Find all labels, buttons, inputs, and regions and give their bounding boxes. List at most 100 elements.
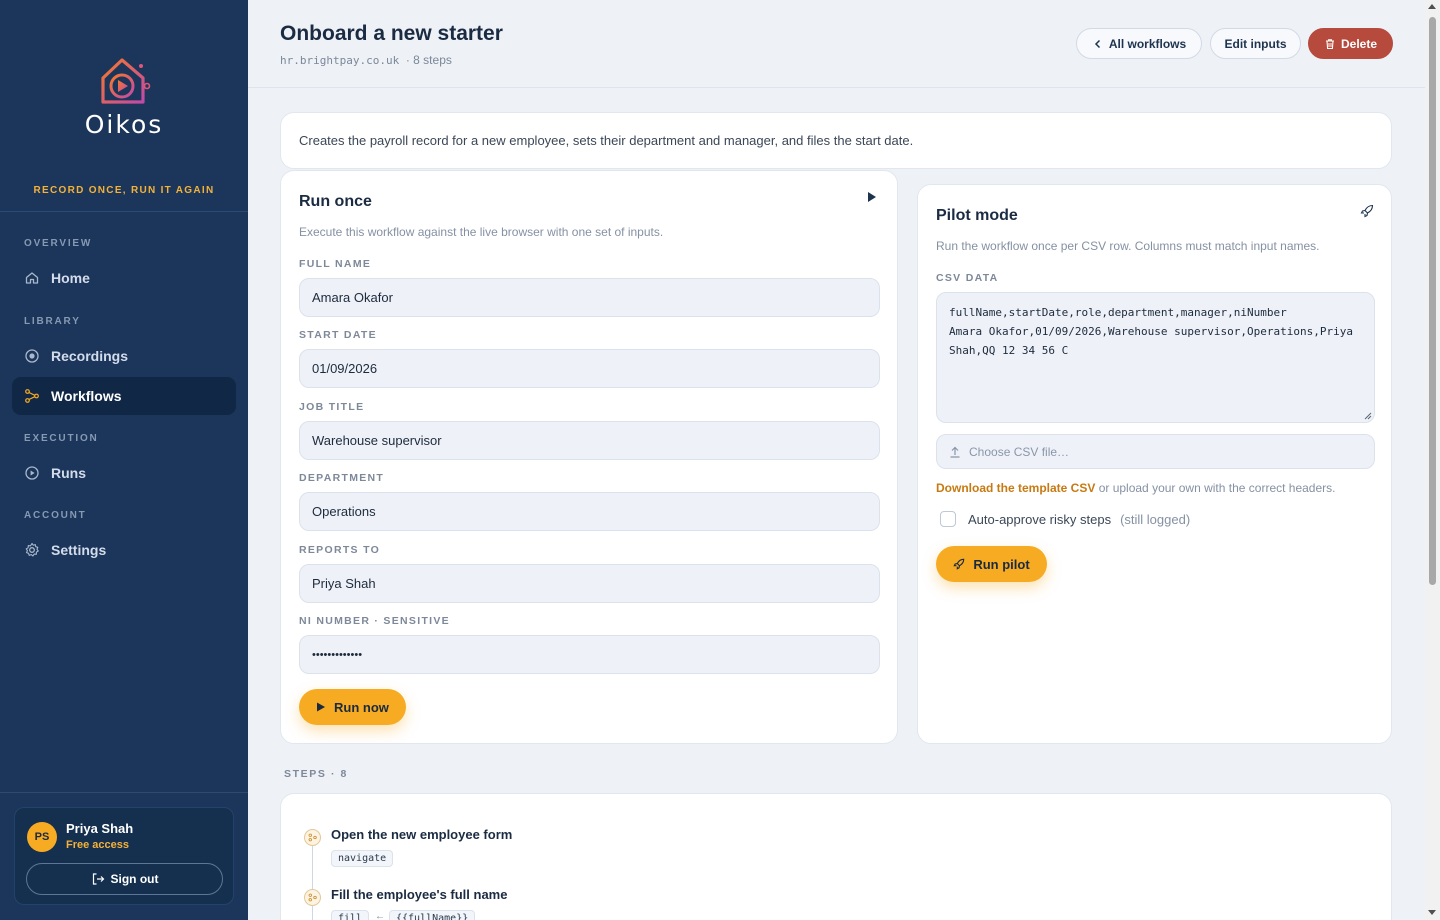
play-icon[interactable] — [867, 191, 877, 203]
run-once-title: Run once — [299, 193, 372, 210]
reports-to-field[interactable]: Priya Shah — [299, 564, 880, 603]
start-date-field[interactable]: 01/09/2026 — [299, 349, 880, 388]
run-pilot-button[interactable]: Run pilot — [936, 546, 1047, 582]
nav-section-library: LIBRARY — [24, 316, 81, 327]
step-action-tag: fill — [331, 910, 370, 920]
steps-timeline — [312, 844, 313, 920]
all-workflows-button[interactable]: All workflows — [1076, 28, 1202, 59]
user-plan: Free access — [66, 839, 129, 851]
sidebar-item-home[interactable]: Home — [12, 259, 236, 297]
pilot-mode-title: Pilot mode — [936, 207, 1018, 224]
edit-inputs-button[interactable]: Edit inputs — [1210, 28, 1301, 59]
field-label-job-title: JOB TITLE — [299, 401, 365, 413]
page-subtitle: hr.brightpay.co.uk · 8 steps — [280, 53, 452, 67]
rocket-icon — [953, 558, 965, 570]
scroll-thumb[interactable] — [1429, 17, 1436, 585]
field-label-start-date: START DATE — [299, 329, 377, 341]
trash-icon — [1325, 38, 1334, 49]
upload-icon — [950, 446, 960, 458]
nav-section-execution: EXECUTION — [24, 433, 99, 444]
workflow-description: Creates the payroll record for a new emp… — [280, 112, 1392, 169]
department-field[interactable]: Operations — [299, 492, 880, 531]
run-pilot-label: Run pilot — [973, 556, 1030, 572]
step-value-tag: {{fullName}} — [389, 910, 476, 920]
edit-inputs-label: Edit inputs — [1224, 36, 1287, 51]
job-title-field[interactable]: Warehouse supervisor — [299, 421, 880, 460]
run-once-help: Execute this workflow against the live b… — [299, 225, 664, 239]
play-icon — [317, 702, 326, 712]
step-title: Fill the employee's full name — [331, 887, 508, 902]
brand-tagline: RECORD ONCE, RUN IT AGAIN — [33, 185, 215, 196]
csv-data-textarea[interactable]: fullName,startDate,role,department,manag… — [936, 292, 1375, 423]
choose-csv-placeholder: Choose CSV file… — [969, 444, 1070, 459]
step-node-icon — [304, 889, 321, 906]
auto-approve-label: Auto-approve risky steps — [968, 511, 1112, 527]
pilot-mode-help: Run the workflow once per CSV row. Colum… — [936, 239, 1320, 253]
template-help-rest: or upload your own with the correct head… — [1095, 481, 1336, 495]
user-name: Priya Shah — [66, 821, 134, 836]
field-label-reports-to: REPORTS TO — [299, 544, 381, 556]
avatar: PS — [27, 822, 57, 852]
nav-section-overview: OVERVIEW — [24, 238, 93, 249]
brand: Oikos RECORD ONCE, RUN IT AGAIN — [0, 0, 248, 212]
sidebar-item-label: Settings — [51, 542, 107, 558]
sidebar-item-settings[interactable]: Settings — [12, 531, 236, 569]
sidebar-item-label: Home — [51, 270, 90, 286]
step-arrow: ← — [375, 911, 385, 920]
full-name-field[interactable]: Amara Okafor — [299, 278, 880, 317]
scroll-down-icon[interactable] — [1428, 910, 1436, 915]
sidebar-item-recordings[interactable]: Recordings — [12, 337, 236, 375]
pilot-mode-card: Pilot mode Run the workflow once per CSV… — [917, 184, 1392, 744]
page-title: Onboard a new starter — [280, 22, 503, 45]
sidebar-item-label: Runs — [51, 465, 86, 481]
workflow-icon — [25, 389, 39, 403]
choose-csv-file-input[interactable]: Choose CSV file… — [936, 434, 1375, 469]
field-label-department: DEPARTMENT — [299, 472, 385, 484]
step-node-icon — [304, 829, 321, 846]
sidebar-item-runs[interactable]: Runs — [12, 454, 236, 492]
oikos-logo-icon — [101, 58, 151, 104]
workflow-step-count: · 8 steps — [405, 53, 452, 67]
scroll-up-icon[interactable] — [1428, 4, 1436, 9]
scrollbar[interactable] — [1425, 0, 1440, 920]
auto-approve-row: Auto-approve risky steps (still logged) — [940, 511, 1190, 527]
sidebar-item-label: Recordings — [51, 348, 129, 364]
field-label-ni-number: NI NUMBER · SENSITIVE — [299, 615, 450, 627]
auto-approve-note: (still logged) — [1120, 511, 1191, 527]
steps-card: Open the new employee form navigate Fill… — [280, 793, 1392, 920]
resize-handle-icon[interactable] — [1364, 412, 1372, 420]
ni-number-field[interactable]: ••••••••••••• — [299, 635, 880, 674]
nav-section-account: ACCOUNT — [24, 510, 87, 521]
home-icon — [25, 272, 39, 284]
field-label-full-name: FULL NAME — [299, 258, 372, 270]
sidebar-item-label: Workflows — [51, 388, 122, 404]
gear-icon — [25, 542, 39, 557]
record-icon — [25, 349, 39, 363]
run-once-card: Run once Execute this workflow against t… — [280, 170, 898, 744]
page-header: Onboard a new starter hr.brightpay.co.uk… — [248, 0, 1425, 88]
brand-name: Oikos — [84, 110, 164, 139]
sidebar-divider — [0, 792, 248, 793]
step-action-tag: navigate — [331, 850, 394, 867]
run-now-label: Run now — [334, 699, 389, 715]
download-template-link[interactable]: Download the template CSV — [936, 481, 1095, 495]
sign-out-button[interactable]: Sign out — [26, 863, 223, 895]
template-help-text: Download the template CSV or upload your… — [936, 481, 1336, 495]
sidebar: Oikos RECORD ONCE, RUN IT AGAIN OVERVIEW… — [0, 0, 248, 920]
step-title: Open the new employee form — [331, 827, 513, 842]
sign-out-label: Sign out — [110, 872, 159, 886]
sign-out-icon — [92, 873, 104, 885]
run-now-button[interactable]: Run now — [299, 689, 406, 725]
chevron-left-icon — [1094, 39, 1100, 48]
all-workflows-label: All workflows — [1108, 36, 1187, 51]
main-content: Onboard a new starter hr.brightpay.co.uk… — [248, 0, 1425, 920]
delete-button[interactable]: Delete — [1308, 28, 1393, 59]
csv-data-label: CSV DATA — [936, 272, 999, 284]
user-card: PS Priya Shah Free access Sign out — [14, 807, 234, 905]
steps-label: STEPS · 8 — [284, 768, 348, 780]
auto-approve-checkbox[interactable] — [940, 511, 956, 527]
delete-label: Delete — [1340, 36, 1378, 51]
rocket-icon — [1360, 204, 1374, 218]
sidebar-item-workflows[interactable]: Workflows — [12, 377, 236, 415]
play-circle-icon — [25, 466, 39, 480]
